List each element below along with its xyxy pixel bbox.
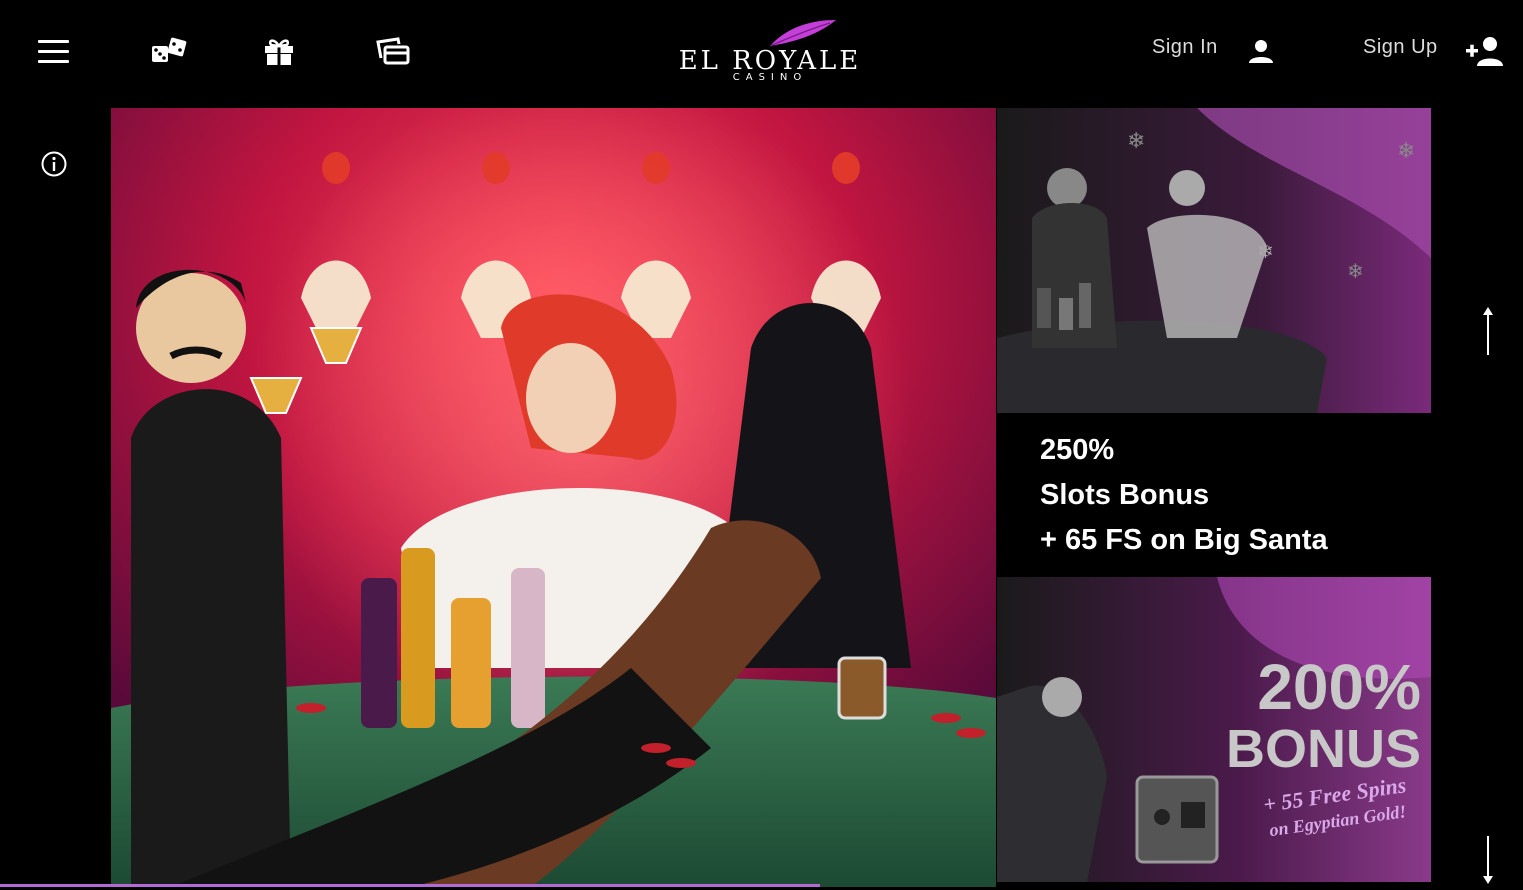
promo-image-200-bonus[interactable]: 200% BONUS + 55 Free Spins on Egyptian G… (997, 577, 1431, 882)
hamburger-icon[interactable] (38, 40, 70, 64)
promo-image-slots-bonus[interactable]: ❄ ❄ ❄ ❄ (997, 108, 1431, 413)
dice-icon[interactable] (150, 36, 190, 66)
promo-art-subheadline: BONUS (1226, 719, 1421, 779)
top-bar: EL ROYALE CASINO Sign In Sign Up (0, 0, 1523, 100)
arrow-down-icon[interactable] (1478, 836, 1498, 886)
sign-up-link[interactable]: Sign Up (1363, 36, 1438, 59)
gift-icon[interactable] (262, 36, 296, 66)
add-user-icon[interactable] (1465, 36, 1503, 66)
cards-icon[interactable] (376, 36, 410, 66)
arrow-up-icon[interactable] (1478, 305, 1498, 357)
feather-logo-icon (769, 20, 836, 47)
casino-logo[interactable]: EL ROYALE CASINO (670, 18, 870, 88)
promo-percent: 250% (1040, 434, 1115, 466)
svg-text:❄: ❄ (1127, 129, 1145, 154)
svg-text:❄: ❄ (1347, 259, 1364, 283)
sign-in-link[interactable]: Sign In (1152, 36, 1218, 59)
promo-type: Slots Bonus (1040, 479, 1210, 511)
promo-free-spins: + 65 FS on Big Santa (1040, 524, 1328, 556)
promo-caption[interactable]: 250% Slots Bonus + 65 FS on Big Santa (1040, 428, 1420, 563)
svg-text:❄: ❄ (1257, 239, 1274, 263)
info-icon[interactable] (40, 150, 68, 178)
promo-art-headline: 200% (1257, 651, 1421, 723)
user-icon[interactable] (1248, 38, 1274, 64)
logo-subtitle: CASINO (732, 72, 808, 83)
hero-banner-image[interactable] (111, 108, 996, 887)
svg-text:❄: ❄ (1397, 139, 1415, 164)
